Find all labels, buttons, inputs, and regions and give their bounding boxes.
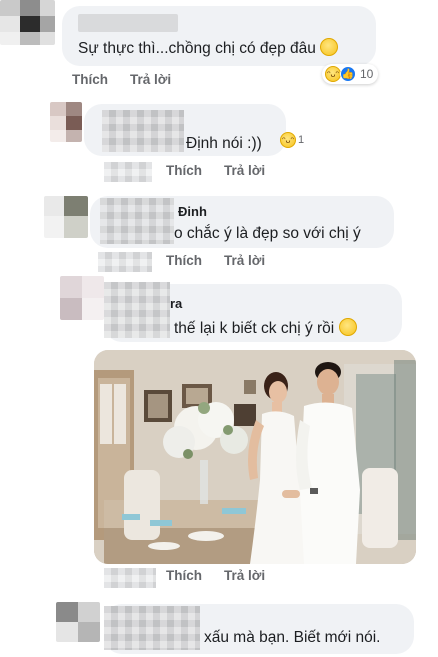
comment-text: thế lại k biết ck chị ý rồi xyxy=(174,318,357,339)
comment-actions: Thích Trả lời xyxy=(72,72,193,87)
like-link[interactable]: Thích xyxy=(166,163,202,178)
comment-photo[interactable] xyxy=(94,350,416,564)
comment-text: Định nói :)) xyxy=(186,135,262,152)
reply-link[interactable]: Trả lời xyxy=(224,163,265,178)
avatar[interactable] xyxy=(50,102,82,142)
comment-actions: Thích Trả lời xyxy=(166,253,287,268)
comment-text: o chắc ý là đẹp so với chị ý xyxy=(174,225,361,242)
time-blurred xyxy=(98,252,152,272)
reply-link[interactable]: Trả lời xyxy=(224,568,265,583)
slightly-smiling-face-icon xyxy=(338,318,357,336)
reaction-count: 10 xyxy=(360,67,374,81)
commenter-name-blurred[interactable] xyxy=(104,282,170,338)
avatar[interactable] xyxy=(0,0,55,45)
commenter-name-blurred[interactable] xyxy=(100,198,174,244)
commenter-name-blurred[interactable] xyxy=(78,14,178,32)
avatar[interactable] xyxy=(56,602,100,642)
reply-link[interactable]: Trả lời xyxy=(224,253,265,268)
reaction-summary[interactable]: ᵔᴗᵔ 👍 10 xyxy=(322,64,379,84)
commenter-name-blurred[interactable] xyxy=(104,606,200,650)
comment-text: Sự thực thì...chồng chị có đẹp đâu xyxy=(78,38,339,59)
commenter-name-blurred[interactable] xyxy=(102,110,184,152)
haha-reaction-icon: ᵔᴗᵔ xyxy=(280,132,296,148)
like-reaction-icon: 👍 xyxy=(340,66,356,82)
slightly-smiling-face-icon xyxy=(320,38,339,56)
reply-link[interactable]: Trả lời xyxy=(130,72,171,87)
comment-text: xấu mà bạn. Biết mới nói. xyxy=(204,629,381,646)
avatar[interactable] xyxy=(60,276,104,320)
like-link[interactable]: Thích xyxy=(72,72,108,87)
commenter-name[interactable]: Đinh xyxy=(178,204,207,219)
haha-reaction-icon: ᵔᴗᵔ xyxy=(325,66,341,82)
time-blurred xyxy=(104,568,156,588)
couple-photo-illustration xyxy=(94,350,416,564)
reaction-summary[interactable]: ᵔᴗᵔ 1 xyxy=(280,132,304,148)
comment-actions: Thích Trả lời xyxy=(166,163,287,178)
like-link[interactable]: Thích xyxy=(166,568,202,583)
like-link[interactable]: Thích xyxy=(166,253,202,268)
comment-actions: Thích Trả lời xyxy=(166,568,287,583)
avatar[interactable] xyxy=(44,196,88,238)
reaction-count: 1 xyxy=(298,134,305,146)
commenter-name[interactable]: ra xyxy=(170,296,182,311)
time-blurred xyxy=(104,162,152,182)
